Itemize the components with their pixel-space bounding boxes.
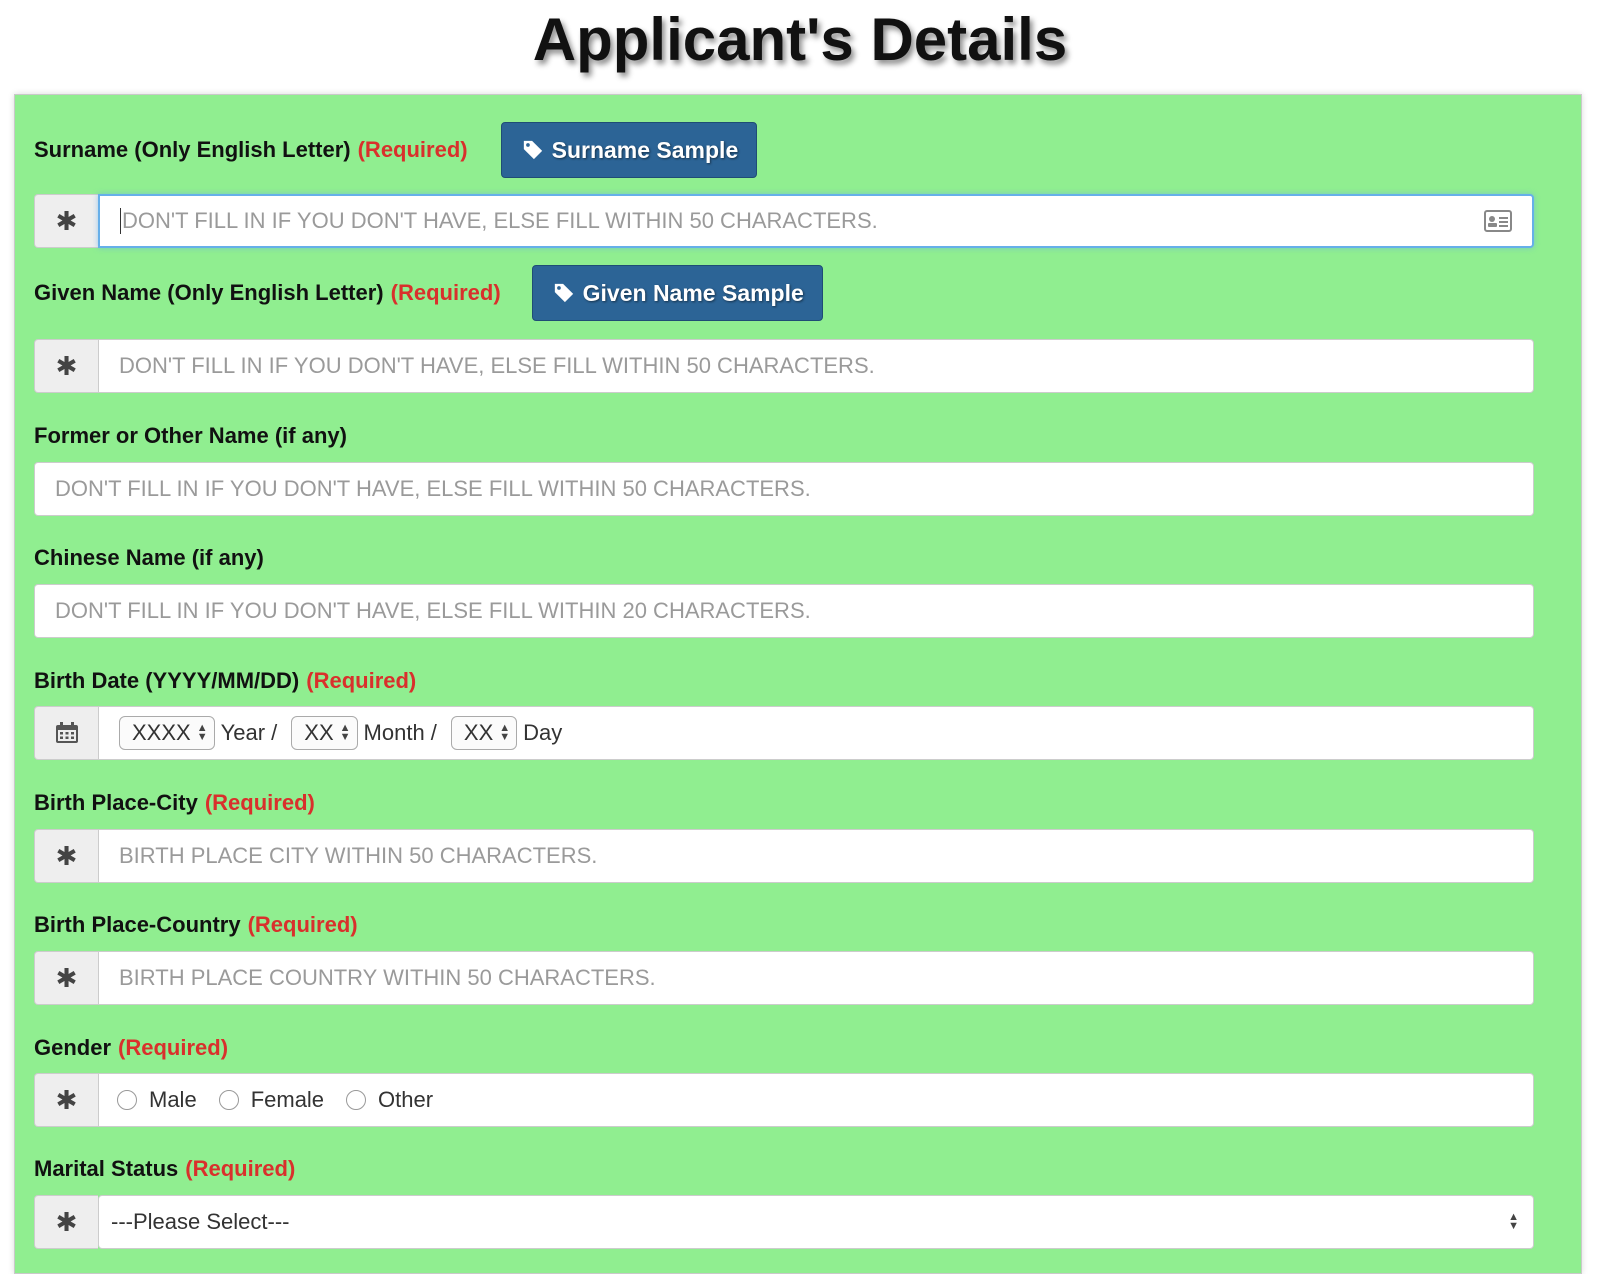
former-name-placeholder: DON'T FILL IN IF YOU DON'T HAVE, ELSE FI… — [55, 476, 811, 501]
birth-day-value: XX — [463, 720, 494, 745]
birth-city-label: Birth Place-City — [34, 790, 198, 815]
surname-sample-button[interactable]: Surname Sample — [500, 122, 758, 178]
gender-option-other[interactable]: Other — [346, 1087, 433, 1113]
birth-country-placeholder: BIRTH PLACE COUNTRY WITHIN 50 CHARACTERS… — [119, 965, 656, 990]
birth-city-label-row: Birth Place-City (Required) — [34, 785, 315, 821]
gender-input-group: ✱ Male Female Other — [34, 1073, 1534, 1127]
surname-input-group: ✱ DON'T FILL IN IF YOU DON'T HAVE, ELSE … — [34, 194, 1534, 248]
marital-status-label-row: Marital Status (Required) — [34, 1151, 295, 1187]
asterisk-icon: ✱ — [34, 951, 98, 1005]
year-unit-label: Year / — [220, 720, 278, 745]
marital-status-input-group: ✱ ---Please Select--- ▲ ▼ — [34, 1195, 1534, 1249]
gender-field: Male Female Other — [98, 1073, 1534, 1127]
birth-date-label: Birth Date (YYYY/MM/DD) — [34, 668, 300, 693]
chinese-name-input-group: DON'T FILL IN IF YOU DON'T HAVE, ELSE FI… — [34, 584, 1534, 638]
marital-status-required-label: (Required) — [185, 1156, 296, 1181]
given-name-required-label: (Required) — [390, 280, 501, 305]
chinese-name-input[interactable]: DON'T FILL IN IF YOU DON'T HAVE, ELSE FI… — [34, 584, 1534, 638]
radio-button[interactable] — [346, 1090, 367, 1110]
marital-status-select[interactable]: ---Please Select--- ▲ ▼ — [98, 1195, 1534, 1249]
surname-placeholder: DON'T FILL IN IF YOU DON'T HAVE, ELSE FI… — [122, 208, 878, 233]
birth-month-value: XX — [304, 720, 334, 745]
radio-button[interactable] — [117, 1090, 137, 1110]
surname-required-label: (Required) — [357, 137, 468, 162]
birth-year-value: XXXX — [132, 720, 191, 745]
surname-sample-label: Surname Sample — [551, 136, 739, 163]
given-name-sample-button[interactable]: Given Name Sample — [531, 265, 823, 321]
former-name-input[interactable]: DON'T FILL IN IF YOU DON'T HAVE, ELSE FI… — [34, 462, 1534, 516]
given-name-input-group: ✱ DON'T FILL IN IF YOU DON'T HAVE, ELSE … — [34, 339, 1534, 393]
birth-country-required-label: (Required) — [247, 912, 358, 937]
chinese-name-label: Chinese Name (if any) — [34, 545, 264, 570]
birth-date-label-row: Birth Date (YYYY/MM/DD) (Required) — [34, 663, 416, 699]
birth-city-input[interactable]: BIRTH PLACE CITY WITHIN 50 CHARACTERS. — [98, 829, 1534, 883]
birth-date-field: XXXX ▲ ▼ Year / XX ▲ ▼ Month / XX ▲ ▼ Day — [98, 706, 1534, 760]
surname-input[interactable]: DON'T FILL IN IF YOU DON'T HAVE, ELSE FI… — [98, 194, 1534, 248]
updown-arrows-icon: ▲ ▼ — [196, 722, 208, 743]
asterisk-icon: ✱ — [34, 339, 98, 393]
given-name-input[interactable]: DON'T FILL IN IF YOU DON'T HAVE, ELSE FI… — [98, 339, 1534, 393]
former-name-label: Former or Other Name (if any) — [34, 423, 347, 448]
id-card-icon[interactable] — [1484, 210, 1512, 232]
text-cursor — [120, 208, 121, 234]
tag-icon — [554, 283, 573, 303]
tag-icon — [523, 140, 542, 160]
calendar-icon — [34, 706, 98, 760]
gender-option-male[interactable]: Male — [117, 1087, 197, 1113]
month-unit-label: Month / — [363, 720, 437, 745]
former-name-label-row: Former or Other Name (if any) — [34, 418, 347, 454]
birth-date-required-label: (Required) — [306, 668, 417, 693]
day-unit-label: Day — [523, 720, 563, 745]
asterisk-icon: ✱ — [34, 829, 98, 883]
gender-required-label: (Required) — [118, 1035, 229, 1060]
gender-option-label: Male — [149, 1087, 197, 1112]
radio-button[interactable] — [218, 1090, 239, 1110]
chinese-name-label-row: Chinese Name (if any) — [34, 540, 264, 576]
chinese-name-placeholder: DON'T FILL IN IF YOU DON'T HAVE, ELSE FI… — [55, 598, 811, 623]
updown-arrows-icon: ▲ ▼ — [499, 722, 511, 743]
surname-label: Surname (Only English Letter) — [34, 137, 351, 162]
gender-label: Gender — [34, 1035, 112, 1060]
given-name-placeholder: DON'T FILL IN IF YOU DON'T HAVE, ELSE FI… — [119, 353, 875, 378]
birth-country-input-group: ✱ BIRTH PLACE COUNTRY WITHIN 50 CHARACTE… — [34, 951, 1534, 1005]
given-name-label: Given Name (Only English Letter) — [34, 280, 384, 305]
birth-day-select[interactable]: XX ▲ ▼ — [450, 716, 518, 750]
gender-option-label: Female — [250, 1087, 325, 1112]
asterisk-icon: ✱ — [34, 1195, 98, 1249]
birth-country-input[interactable]: BIRTH PLACE COUNTRY WITHIN 50 CHARACTERS… — [98, 951, 1534, 1005]
birth-date-input-group: XXXX ▲ ▼ Year / XX ▲ ▼ Month / XX ▲ ▼ Day — [34, 706, 1534, 760]
asterisk-icon: ✱ — [34, 1073, 98, 1127]
calendar-icon-svg — [55, 722, 78, 743]
page-title: Applicant's Details — [532, 6, 1068, 73]
updown-arrows-icon: ▲ ▼ — [339, 722, 351, 743]
gender-label-row: Gender (Required) — [34, 1030, 228, 1066]
given-name-label-row: Given Name (Only English Letter) (Requir… — [34, 265, 823, 321]
birth-year-select[interactable]: XXXX ▲ ▼ — [119, 716, 215, 750]
birth-city-required-label: (Required) — [204, 790, 315, 815]
surname-label-row: Surname (Only English Letter) (Required)… — [34, 122, 758, 178]
birth-country-label: Birth Place-Country — [34, 912, 241, 937]
birth-city-input-group: ✱ BIRTH PLACE CITY WITHIN 50 CHARACTERS. — [34, 829, 1534, 883]
gender-option-label: Other — [378, 1087, 434, 1112]
updown-arrows-icon: ▲ ▼ — [1508, 1211, 1519, 1232]
marital-status-selected-value: ---Please Select--- — [111, 1209, 290, 1234]
gender-option-female[interactable]: Female — [218, 1087, 325, 1113]
birth-country-label-row: Birth Place-Country (Required) — [34, 907, 358, 943]
given-name-sample-label: Given Name Sample — [582, 279, 804, 306]
former-name-input-group: DON'T FILL IN IF YOU DON'T HAVE, ELSE FI… — [34, 462, 1534, 516]
birth-month-select[interactable]: XX ▲ ▼ — [291, 716, 358, 750]
asterisk-icon: ✱ — [34, 194, 98, 248]
birth-city-placeholder: BIRTH PLACE CITY WITHIN 50 CHARACTERS. — [119, 843, 598, 868]
marital-status-label: Marital Status — [34, 1156, 179, 1181]
